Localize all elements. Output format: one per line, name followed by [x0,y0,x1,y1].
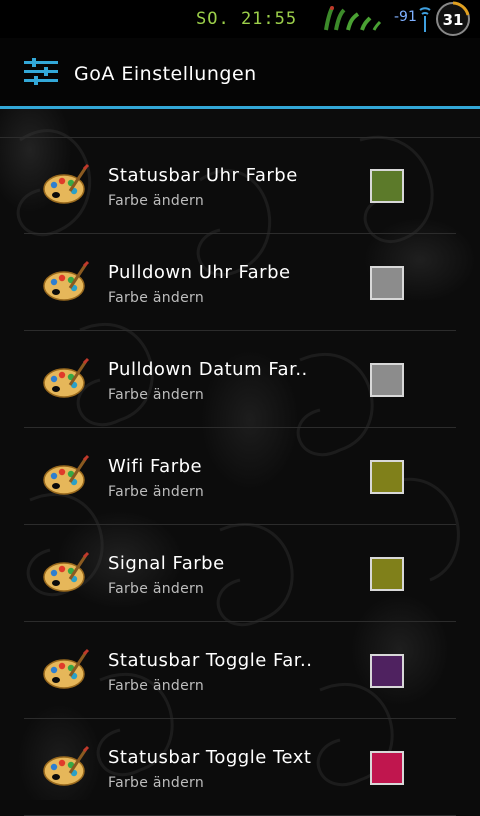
item-title: Statusbar Toggle Text [108,747,312,768]
item-title: Statusbar Uhr Farbe [108,165,298,186]
item-subtitle: Farbe ändern [108,484,204,500]
color-swatch[interactable] [370,266,404,300]
palette-icon [42,648,90,696]
item-title: Pulldown Uhr Farbe [108,262,291,283]
item-subtitle: Farbe ändern [108,581,204,597]
item-subtitle: Farbe ändern [108,193,204,209]
item-subtitle: Farbe ändern [108,678,204,694]
list-item[interactable]: Statusbar Toggle Far.. Farbe ändern [24,622,456,719]
palette-icon [42,454,90,502]
status-bar: SO. 21:55 -91 31 [0,0,480,38]
item-subtitle: Farbe ändern [108,775,204,791]
item-subtitle: Farbe ändern [108,290,204,306]
palette-icon [42,745,90,793]
item-subtitle: Farbe ändern [108,387,204,403]
palette-icon [42,357,90,405]
list-divider [0,109,480,138]
battery-level: 31 [443,11,464,29]
palette-icon [42,260,90,308]
list-item[interactable]: Pulldown Uhr Farbe Farbe ändern [24,234,456,331]
palette-icon [42,163,90,211]
signal-bars-icon [322,4,384,38]
palette-icon [42,551,90,599]
settings-sliders-icon[interactable] [24,58,60,90]
color-swatch[interactable] [370,363,404,397]
battery-icon: 31 [434,1,472,41]
list-item[interactable]: Pulldown Datum Far.. Farbe ändern [24,331,456,428]
color-swatch[interactable] [370,460,404,494]
list-item[interactable]: Statusbar Toggle Text Farbe ändern [24,719,456,816]
item-title: Statusbar Toggle Far.. [108,650,313,671]
color-swatch[interactable] [370,654,404,688]
status-clock: SO. 21:55 [196,9,298,29]
item-title: Wifi Farbe [108,456,203,477]
item-title: Signal Farbe [108,553,225,574]
color-swatch[interactable] [370,751,404,785]
action-bar: GoA Einstellungen [0,38,480,109]
list-item[interactable]: Signal Farbe Farbe ändern [24,525,456,622]
item-title: Pulldown Datum Far.. [108,359,308,380]
color-swatch[interactable] [370,557,404,591]
signal-strength-text: -91 [394,9,417,25]
color-swatch[interactable] [370,169,404,203]
wifi-icon [418,4,432,38]
list-item[interactable]: Wifi Farbe Farbe ändern [24,428,456,525]
page-title: GoA Einstellungen [74,63,257,85]
list-item[interactable]: Statusbar Uhr Farbe Farbe ändern [24,137,456,234]
